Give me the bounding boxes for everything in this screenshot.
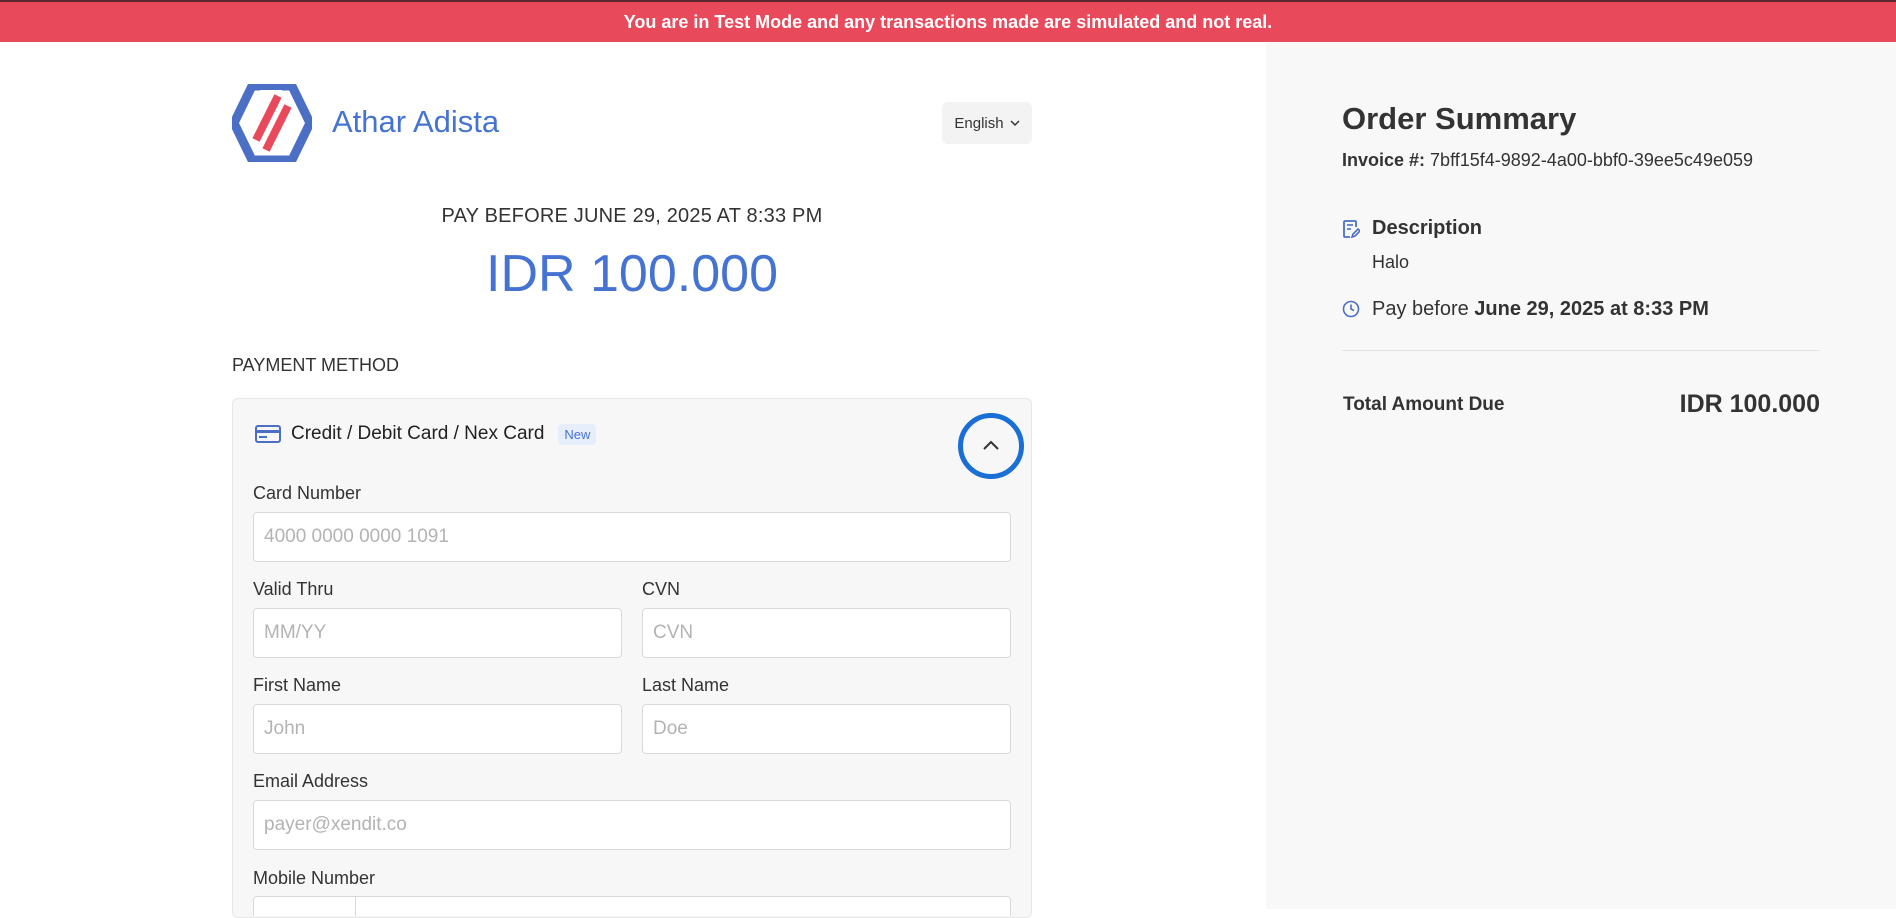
total-amount-label: Total Amount Due bbox=[1343, 394, 1505, 415]
email-label: Email Address bbox=[253, 771, 369, 791]
test-mode-banner-text: You are in Test Mode and any transaction… bbox=[623, 11, 1273, 32]
order-summary-title: Order Summary bbox=[1342, 101, 1577, 136]
valid-thru-label: Valid Thru bbox=[253, 579, 334, 599]
pay-before-prefix: Pay before bbox=[1372, 298, 1469, 320]
document-edit-icon bbox=[1343, 220, 1360, 239]
payment-method-title: PAYMENT METHOD bbox=[232, 355, 400, 375]
mobile-label: Mobile Number bbox=[253, 868, 376, 888]
cvn-label: CVN bbox=[642, 579, 681, 599]
description-value: Halo bbox=[1372, 252, 1410, 272]
credit-card-icon bbox=[255, 425, 281, 443]
order-summary-panel bbox=[1266, 42, 1896, 909]
first-name-input[interactable] bbox=[253, 704, 622, 754]
card-method-header[interactable]: Credit / Debit Card / Nex Card New bbox=[255, 423, 597, 445]
invoice-label: Invoice #: bbox=[1342, 150, 1426, 170]
pay-before-deadline: PAY BEFORE JUNE 29, 2025 AT 8:33 PM bbox=[441, 205, 823, 227]
new-badge: New bbox=[558, 423, 597, 445]
collapse-button[interactable] bbox=[958, 413, 1024, 479]
invoice-line: Invoice #: 7bff15f4-9892-4a00-bbf0-39ee5… bbox=[1342, 150, 1753, 171]
summary-pay-before: Pay before June 29, 2025 at 8:33 PM bbox=[1372, 298, 1709, 321]
cvn-input[interactable] bbox=[642, 608, 1011, 658]
card-method-title: Credit / Debit Card / Nex Card bbox=[291, 423, 545, 444]
merchant-name: Athar Adista bbox=[332, 104, 500, 139]
first-name-label: First Name bbox=[253, 675, 342, 695]
language-selector[interactable]: English bbox=[942, 102, 1032, 144]
email-input[interactable] bbox=[253, 800, 1011, 850]
chevron-up-icon bbox=[983, 440, 999, 450]
total-amount-value: IDR 100.000 bbox=[1679, 390, 1820, 418]
chevron-down-icon bbox=[1010, 120, 1020, 127]
summary-divider bbox=[1342, 350, 1820, 351]
last-name-input[interactable] bbox=[642, 704, 1011, 754]
clock-icon bbox=[1342, 300, 1360, 318]
pay-before-value: June 29, 2025 at 8:33 PM bbox=[1474, 298, 1709, 320]
language-selector-label: English bbox=[954, 114, 1004, 132]
payment-amount: IDR 100.000 bbox=[486, 245, 778, 303]
invoice-value: 7bff15f4-9892-4a00-bbf0-39ee5c49e059 bbox=[1430, 150, 1753, 170]
test-mode-banner: You are in Test Mode and any transaction… bbox=[0, 0, 1896, 42]
logo-icon bbox=[232, 84, 312, 162]
country-code-select[interactable] bbox=[253, 896, 356, 916]
card-number-label: Card Number bbox=[253, 483, 362, 503]
card-number-input[interactable] bbox=[253, 512, 1011, 562]
valid-thru-input[interactable] bbox=[253, 608, 622, 658]
last-name-label: Last Name bbox=[642, 675, 730, 695]
mobile-input[interactable] bbox=[355, 896, 1011, 916]
description-title: Description bbox=[1372, 217, 1483, 239]
